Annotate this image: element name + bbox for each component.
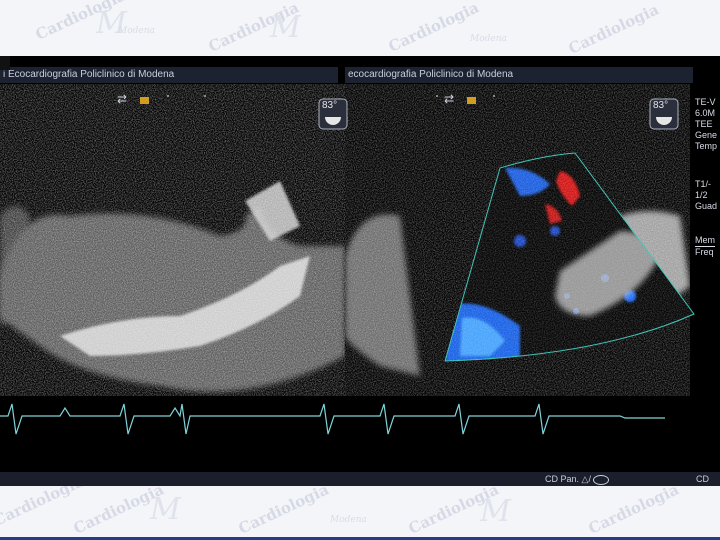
marker-icon (467, 97, 476, 104)
watermark-logo-m: M (150, 492, 181, 527)
watermark-text: Cardiologia (585, 480, 682, 538)
angle-value: 83° (653, 100, 669, 111)
echo-image (0, 84, 695, 435)
watermark-text: Modena (330, 515, 367, 525)
ellipse-icon (593, 474, 610, 485)
marker-icon (140, 97, 149, 104)
left-panel-header: i Ecocardiografia Policlinico di Modena (0, 67, 338, 83)
angle-value: 83° (322, 100, 338, 111)
side-info-line: TE-V (695, 97, 716, 107)
side-info-line: Gene (695, 130, 718, 140)
watermark-text: Modena (118, 26, 155, 36)
corner-marker (0, 56, 10, 70)
watermark-logo-m: M (270, 10, 301, 45)
side-info-line: Guad (695, 201, 718, 211)
watermark-text: Cardiologia (235, 480, 332, 538)
watermark-text: Cardiologia (565, 0, 662, 58)
side-info-line: Temp (695, 141, 718, 151)
watermark-text: Cardiologia (385, 0, 482, 56)
side-info-line: 1/2 (695, 190, 708, 200)
watermark-text: Modena (470, 34, 507, 44)
status-bar (0, 472, 720, 486)
side-info-line: 6.0M (695, 108, 716, 118)
side-info-line: Mem (695, 235, 715, 247)
ecg-trace-right (345, 403, 665, 435)
cd-pan-text: CD Pan. (545, 474, 580, 484)
right-panel-header: ecocardiografia Policlinico di Modena (345, 67, 693, 83)
cd-pan-label: CD Pan. △/ (545, 474, 610, 485)
ecg-trace-left (0, 403, 345, 435)
side-info-line: T1/- (695, 179, 712, 189)
cd-short-label: CD (696, 474, 709, 484)
probe-angle-indicator: 83° (649, 98, 679, 130)
flip-icon: ⇄ (117, 92, 128, 106)
triangle-icon: △/ (581, 474, 591, 484)
side-info-line: TEE (695, 119, 713, 129)
probe-angle-indicator: 83° (318, 98, 348, 130)
flip-icon: ⇄ (444, 92, 455, 106)
side-info-line: Freq (695, 247, 714, 257)
watermark-logo-m: M (480, 494, 511, 529)
echo-screen: i Ecocardiografia Policlinico di Modena … (0, 56, 720, 486)
